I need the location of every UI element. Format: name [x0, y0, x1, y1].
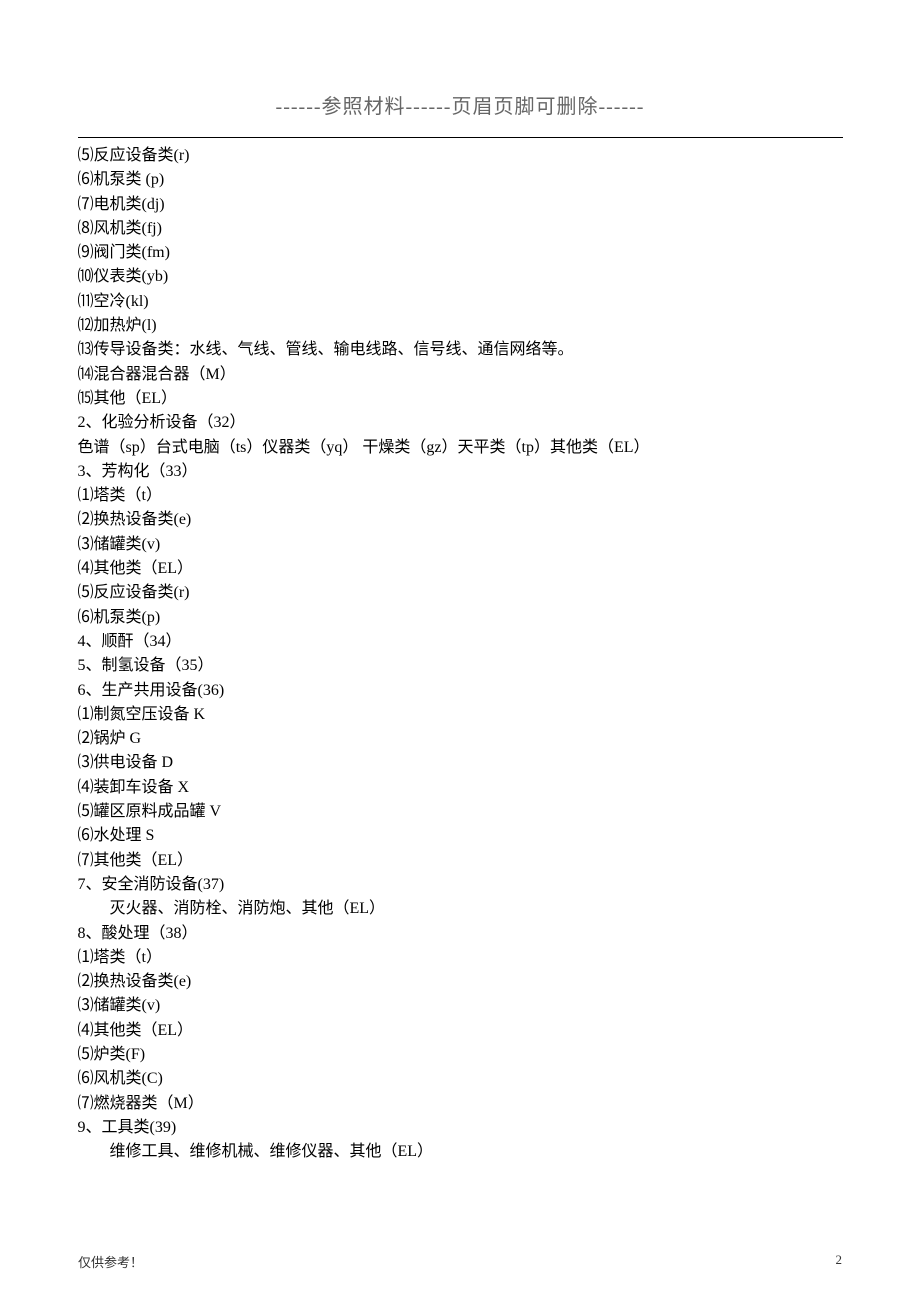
body-line: ⑷其他类（EL） [78, 557, 843, 581]
body-line: ⑵换热设备类(e) [78, 508, 843, 532]
body-line: ⑸罐区原料成品罐 V [78, 800, 843, 824]
body-line: ⒀传导设备类：水线、气线、管线、输电线路、信号线、通信网络等。 [78, 338, 843, 362]
body-line: ⑸反应设备类(r) [78, 581, 843, 605]
body-line: ⑴塔类（t） [78, 946, 843, 970]
body-line: ⑹机泵类 (p) [78, 168, 843, 192]
body-line: ⑸炉类(F) [78, 1043, 843, 1067]
body-line: ⑺电机类(dj) [78, 193, 843, 217]
body-line: 维修工具、维修机械、维修仪器、其他（EL） [78, 1140, 843, 1164]
body-line: ⒂其他（EL） [78, 387, 843, 411]
body-line: ⑽仪表类(yb) [78, 265, 843, 289]
body-line: 3、芳构化（33） [78, 460, 843, 484]
body-line: ⑾空冷(kl) [78, 290, 843, 314]
body-line: ⑵锅炉 G [78, 727, 843, 751]
body-line: 灭火器、消防栓、消防炮、其他（EL） [78, 897, 843, 921]
body-line: 9、工具类(39) [78, 1116, 843, 1140]
page-number: 2 [836, 1252, 843, 1268]
body-line: ⑶储罐类(v) [78, 994, 843, 1018]
page-header: ------参照材料------页眉页脚可删除------ [0, 0, 920, 129]
body-line: 2、化验分析设备（32） [78, 411, 843, 435]
body-line: ⑹水处理 S [78, 824, 843, 848]
body-line: 8、酸处理（38） [78, 922, 843, 946]
body-line: ⑸反应设备类(r) [78, 144, 843, 168]
body-line: 4、顺酐（34） [78, 630, 843, 654]
body-line: ⑼阀门类(fm) [78, 241, 843, 265]
body-line: 色谱（sp）台式电脑（ts）仪器类（yq） 干燥类（gz）天平类（tp）其他类（… [78, 436, 843, 460]
document-body: ⑸反应设备类(r) ⑹机泵类 (p) ⑺电机类(dj) ⑻风机类(fj) ⑼阀门… [78, 138, 843, 1164]
body-line: ⑿加热炉(l) [78, 314, 843, 338]
body-line: ⑴塔类（t） [78, 484, 843, 508]
body-line: ⑹风机类(C) [78, 1067, 843, 1091]
body-line: 6、生产共用设备(36) [78, 679, 843, 703]
body-line: ⑻风机类(fj) [78, 217, 843, 241]
body-line: ⑵换热设备类(e) [78, 970, 843, 994]
body-line: ⑶储罐类(v) [78, 533, 843, 557]
footer-note: 仅供参考！ [78, 1252, 143, 1271]
body-line: ⑺其他类（EL） [78, 849, 843, 873]
header-text: ------参照材料------页眉页脚可删除------ [276, 96, 645, 118]
body-line: ⑺燃烧器类（M） [78, 1092, 843, 1116]
body-line: ⑷装卸车设备 X [78, 776, 843, 800]
body-line: ⒁混合器混合器（M） [78, 363, 843, 387]
body-line: 5、制氢设备（35） [78, 654, 843, 678]
body-line: ⑹机泵类(p) [78, 606, 843, 630]
body-line: ⑴制氮空压设备 K [78, 703, 843, 727]
body-line: ⑶供电设备 D [78, 751, 843, 775]
body-line: 7、安全消防设备(37) [78, 873, 843, 897]
body-line: ⑷其他类（EL） [78, 1019, 843, 1043]
